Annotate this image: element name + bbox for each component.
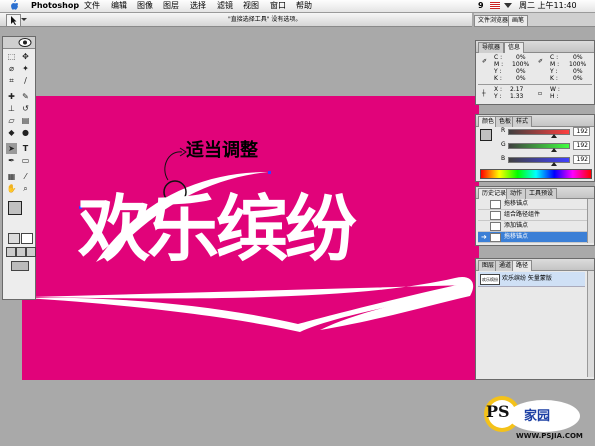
history-brush-icon[interactable]: ↺ (20, 103, 31, 114)
marquee-tool-icon[interactable]: ⬚ (6, 51, 17, 62)
color-panel-tabs: 颜色 色板 样式 (476, 115, 594, 127)
channel-label-b: B (501, 155, 506, 162)
history-state-icon (490, 211, 501, 220)
type-tool-icon[interactable]: T (20, 143, 31, 154)
slider-thumb-icon[interactable] (551, 148, 557, 152)
jump-to-imageready-icon[interactable] (11, 261, 29, 271)
notes-tool-icon[interactable]: ▦ (6, 171, 17, 182)
toolbox: ⬚ ✥ ⌀ ✦ ⌗ ∕ ✚ ✎ ⊥ ↺ ▱ ▤ ◆ ● ➤ T ✒ ▭ ▦ ⁄ … (2, 36, 36, 300)
history-panel-tabs: 历史记录 动作 工具预设 (476, 187, 594, 199)
history-row[interactable]: 拖移锚点 (478, 199, 588, 210)
cmyk-value: 0% (516, 75, 526, 82)
brush-tool-icon[interactable]: ✎ (20, 91, 31, 102)
green-slider[interactable] (508, 143, 570, 149)
lasso-tool-icon[interactable]: ⌀ (6, 63, 17, 74)
tab-navigator[interactable]: 导航器 (478, 42, 505, 53)
path-selection-icon[interactable]: ➤ (6, 143, 17, 154)
blue-slider[interactable] (508, 157, 570, 163)
eraser-tool-icon[interactable]: ▱ (6, 115, 17, 126)
eyedropper-icon: ✐ (538, 58, 544, 65)
history-row-selected[interactable]: ➜ 拖移锚点 (478, 232, 588, 243)
paths-panel: 图层 通道 路径 欢乐缤纷 欢乐缤纷 矢量蒙版 (475, 258, 595, 380)
history-state-icon (490, 222, 501, 231)
magic-wand-icon[interactable]: ✦ (20, 63, 31, 74)
standard-mode-icon[interactable] (8, 233, 20, 244)
history-panel: 历史记录 动作 工具预设 拖移锚点 组合路径组件 添加锚点 ➜ 拖移锚点 (475, 186, 595, 246)
gradient-tool-icon[interactable]: ▤ (20, 115, 31, 126)
canvas-annotation: 适当调整 (186, 140, 258, 161)
history-scrollbar[interactable] (587, 199, 594, 243)
blue-value-field[interactable]: 192 (573, 155, 590, 164)
tab-info[interactable]: 信息 (504, 42, 525, 53)
eye-icon (18, 38, 32, 47)
history-brush-icon: ➜ (481, 233, 487, 241)
dodge-tool-icon[interactable]: ● (20, 127, 31, 138)
tab-styles[interactable]: 样式 (512, 116, 533, 127)
slice-tool-icon[interactable]: ∕ (20, 75, 31, 86)
screen-mode-icon[interactable] (16, 247, 26, 257)
watermark-brand: PS (486, 402, 510, 421)
green-value-field[interactable]: 192 (573, 141, 590, 150)
tab-paths[interactable]: 路径 (512, 260, 533, 271)
h-label: H : (550, 93, 559, 100)
shape-tool-icon[interactable]: ▭ (20, 155, 31, 166)
cmyk-label-k: K : (550, 75, 558, 82)
paths-panel-tabs: 图层 通道 路径 (476, 259, 594, 271)
hand-tool-icon[interactable]: ✋ (6, 183, 17, 194)
crop-tool-icon[interactable]: ⌗ (6, 75, 17, 86)
cmyk-label-k: K : (494, 75, 502, 82)
screen-mode-icon[interactable] (26, 247, 36, 257)
tab-actions[interactable]: 动作 (506, 188, 527, 199)
quick-mask-icon[interactable] (21, 233, 33, 244)
slider-thumb-icon[interactable] (551, 134, 557, 138)
red-value-field[interactable]: 192 (573, 127, 590, 136)
history-state-icon (490, 233, 501, 242)
foreground-color-swatch[interactable] (8, 201, 22, 215)
eyedropper-icon: ✐ (482, 58, 488, 65)
channel-label-r: R (501, 127, 506, 134)
crosshair-icon: ┼ (482, 90, 486, 97)
red-slider[interactable] (508, 129, 570, 135)
annotation-arrow (164, 151, 183, 181)
tab-tool-presets[interactable]: 工具预设 (525, 188, 558, 199)
blur-tool-icon[interactable]: ◆ (6, 127, 17, 138)
y-value: 1.33 (510, 93, 524, 100)
path-row[interactable]: 欢乐缤纷 欢乐缤纷 矢量蒙版 (478, 272, 585, 287)
info-panel-tabs: 导航器 信息 (476, 41, 594, 53)
paths-scrollbar[interactable] (587, 271, 594, 377)
stamp-tool-icon[interactable]: ⊥ (6, 103, 17, 114)
move-tool-icon[interactable]: ✥ (20, 51, 31, 62)
cmyk-value: 0% (573, 75, 583, 82)
channel-label-g: G (501, 141, 506, 148)
toolbox-header[interactable] (3, 37, 35, 49)
eyedropper-icon[interactable]: ⁄ (20, 171, 31, 182)
color-panel: 颜色 色板 样式 R G B 192 192 192 (475, 114, 595, 182)
pen-tool-icon[interactable]: ✒ (6, 155, 17, 166)
history-state-icon (490, 200, 501, 209)
healing-brush-icon[interactable]: ✚ (6, 91, 17, 102)
anchor-point[interactable] (268, 171, 271, 174)
info-panel: 导航器 信息 ✐ ✐ C : M : Y : K : 0% 100% 0% 0%… (475, 40, 595, 105)
path-name: 欢乐缤纷 矢量蒙版 (502, 275, 552, 282)
zoom-tool-icon[interactable]: ⌕ (20, 183, 31, 194)
watermark-brand-cn: 家园 (524, 409, 551, 424)
divider (478, 84, 592, 85)
slider-thumb-icon[interactable] (551, 162, 557, 166)
y-label: Y : (494, 93, 502, 100)
canvas-headline: 欢乐缤纷 (78, 186, 357, 271)
screen-mode-icon[interactable] (6, 247, 16, 257)
path-thumbnail: 欢乐缤纷 (480, 274, 500, 285)
watermark-logo: PS 家园 WWW.PSJIA.COM (472, 390, 595, 446)
color-spectrum-bar[interactable] (480, 169, 592, 179)
fg-color-swatch[interactable] (480, 129, 492, 141)
watermark-url: WWW.PSJIA.COM (516, 432, 583, 440)
history-row[interactable]: 组合路径组件 (478, 210, 588, 221)
size-box-icon: ▫ (538, 90, 543, 97)
history-row[interactable]: 添加锚点 (478, 221, 588, 232)
